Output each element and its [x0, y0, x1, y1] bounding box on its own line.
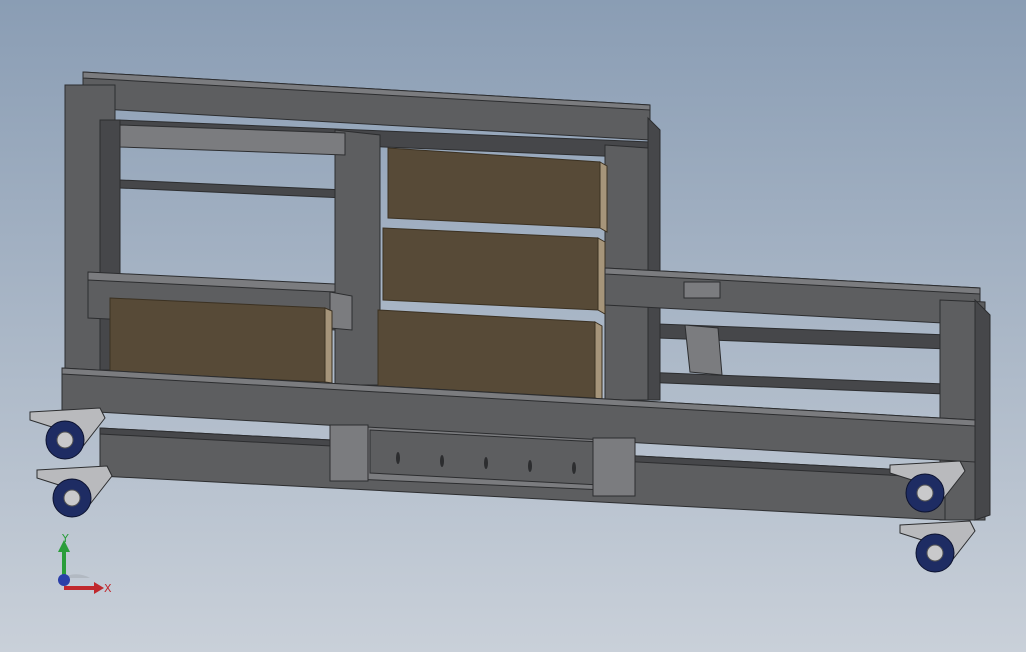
- x-axis-arrow: [94, 582, 104, 594]
- box-middle: [382, 227, 599, 311]
- box-lower: [377, 309, 596, 399]
- ext-right-post-side: [974, 298, 991, 521]
- box-left: [109, 297, 326, 383]
- z-axis: [58, 574, 70, 586]
- box-upper: [387, 147, 601, 229]
- cart-model[interactable]: [0, 0, 1026, 652]
- gusset-slot: [396, 452, 400, 464]
- box-lower-side: [594, 321, 603, 401]
- caster-hub: [916, 484, 934, 502]
- caster-hub: [926, 544, 944, 562]
- gusset-post-left: [329, 424, 369, 482]
- y-axis-label: Y: [61, 532, 69, 545]
- box-middle-side: [597, 237, 606, 315]
- gusset-slot: [572, 462, 576, 474]
- gusset-slot: [528, 460, 532, 472]
- gusset-slot: [440, 455, 444, 467]
- caster-hub: [56, 431, 74, 449]
- gusset-post-right: [592, 437, 636, 497]
- caster-hub: [63, 489, 81, 507]
- box-left-side: [324, 307, 333, 384]
- cad-viewport[interactable]: Y X: [0, 0, 1026, 652]
- left-shelf-bracket: [329, 291, 353, 331]
- gusset-slot: [484, 457, 488, 469]
- right-post-side: [647, 116, 661, 401]
- ext-latch: [683, 281, 721, 299]
- middle-post: [334, 129, 381, 386]
- box-upper-side: [599, 161, 608, 233]
- x-axis-label: X: [104, 582, 112, 595]
- coordinate-triad-icon[interactable]: Y X: [40, 528, 120, 608]
- ext-brace: [684, 324, 723, 376]
